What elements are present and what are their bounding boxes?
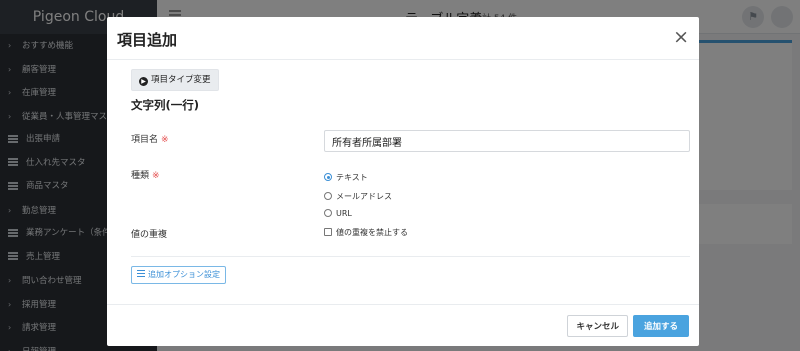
modal-title: 項目追加 (117, 31, 178, 49)
field-name-label: 項目名 ※ (131, 132, 169, 145)
kind-option-label: メールアドレス (336, 192, 392, 201)
change-field-type-label: 項目タイプ変更 (151, 75, 211, 85)
required-mark: ※ (161, 135, 169, 145)
field-name-label-text: 項目名 (131, 135, 159, 145)
modal-header: 項目追加 × (107, 17, 699, 60)
cancel-button[interactable]: キャンセル (567, 315, 628, 337)
kind-option-url[interactable]: URL (324, 209, 352, 218)
prohibit-duplicate-checkbox[interactable] (324, 228, 332, 236)
divider (131, 256, 690, 257)
field-name-input[interactable] (324, 130, 690, 152)
field-kind-label-text: 種類 (131, 171, 150, 181)
prohibit-duplicate-label: 値の重複を禁止する (336, 228, 408, 237)
add-button[interactable]: 追加する (632, 315, 689, 337)
arrow-right-circle-icon: ▶ (139, 77, 148, 86)
radio-button[interactable] (324, 209, 332, 217)
additional-options-label: 追加オプション設定 (148, 270, 220, 279)
kind-option-email[interactable]: メールアドレス (324, 191, 392, 202)
modal-footer: キャンセル 追加する (107, 304, 699, 346)
field-type-heading: 文字列(一行) (131, 98, 200, 112)
radio-button[interactable] (324, 173, 332, 181)
kind-option-text[interactable]: テキスト (324, 172, 368, 183)
kind-option-label: URL (336, 209, 352, 218)
change-field-type-button[interactable]: ▶ 項目タイプ変更 (131, 69, 219, 91)
close-icon[interactable]: × (673, 26, 689, 48)
field-kind-label: 種類 ※ (131, 168, 160, 181)
prohibit-duplicate-option[interactable]: 値の重複を禁止する (324, 227, 408, 238)
duplicate-value-label: 値の重複 (131, 230, 168, 240)
radio-button[interactable] (324, 192, 332, 200)
list-icon (137, 270, 145, 277)
additional-options-button[interactable]: 追加オプション設定 (131, 266, 226, 284)
add-field-modal: 項目追加 × ▶項目タイプ変更 文字列(一行) 項目名※ 種類※ テキスト メー… (107, 17, 699, 346)
required-mark: ※ (152, 171, 160, 181)
kind-option-label: テキスト (336, 173, 368, 182)
